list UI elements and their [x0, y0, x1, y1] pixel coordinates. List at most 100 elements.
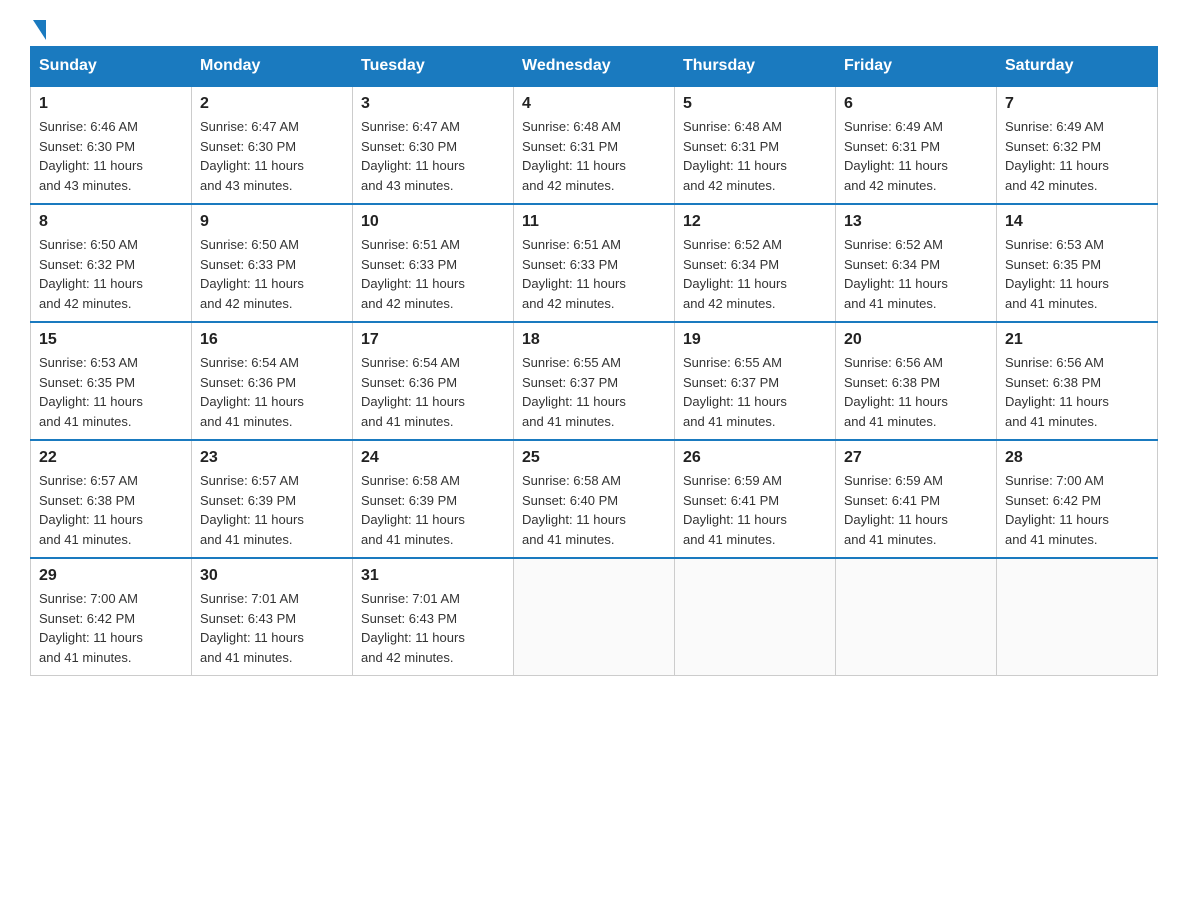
day-info: Sunrise: 6:52 AM Sunset: 6:34 PM Dayligh… [844, 235, 988, 313]
day-number: 1 [39, 95, 183, 113]
logo-line1 [30, 20, 46, 40]
day-number: 16 [200, 331, 344, 349]
week-row-2: 8 Sunrise: 6:50 AM Sunset: 6:32 PM Dayli… [31, 204, 1158, 322]
day-number: 31 [361, 567, 505, 585]
day-info: Sunrise: 6:58 AM Sunset: 6:40 PM Dayligh… [522, 471, 666, 549]
calendar-cell: 6 Sunrise: 6:49 AM Sunset: 6:31 PM Dayli… [836, 86, 997, 204]
header-wednesday: Wednesday [514, 47, 675, 87]
calendar-header-row: SundayMondayTuesdayWednesdayThursdayFrid… [31, 47, 1158, 87]
calendar-cell: 1 Sunrise: 6:46 AM Sunset: 6:30 PM Dayli… [31, 86, 192, 204]
calendar-cell: 12 Sunrise: 6:52 AM Sunset: 6:34 PM Dayl… [675, 204, 836, 322]
day-info: Sunrise: 6:49 AM Sunset: 6:31 PM Dayligh… [844, 117, 988, 195]
calendar-table: SundayMondayTuesdayWednesdayThursdayFrid… [30, 46, 1158, 676]
day-info: Sunrise: 6:52 AM Sunset: 6:34 PM Dayligh… [683, 235, 827, 313]
day-info: Sunrise: 6:49 AM Sunset: 6:32 PM Dayligh… [1005, 117, 1149, 195]
calendar-cell: 8 Sunrise: 6:50 AM Sunset: 6:32 PM Dayli… [31, 204, 192, 322]
logo-block [30, 20, 46, 36]
calendar-cell: 10 Sunrise: 6:51 AM Sunset: 6:33 PM Dayl… [353, 204, 514, 322]
day-info: Sunrise: 6:56 AM Sunset: 6:38 PM Dayligh… [844, 353, 988, 431]
day-info: Sunrise: 6:47 AM Sunset: 6:30 PM Dayligh… [200, 117, 344, 195]
day-number: 8 [39, 213, 183, 231]
day-info: Sunrise: 6:58 AM Sunset: 6:39 PM Dayligh… [361, 471, 505, 549]
calendar-cell: 24 Sunrise: 6:58 AM Sunset: 6:39 PM Dayl… [353, 440, 514, 558]
calendar-cell: 25 Sunrise: 6:58 AM Sunset: 6:40 PM Dayl… [514, 440, 675, 558]
day-number: 4 [522, 95, 666, 113]
day-number: 10 [361, 213, 505, 231]
day-info: Sunrise: 6:46 AM Sunset: 6:30 PM Dayligh… [39, 117, 183, 195]
day-number: 6 [844, 95, 988, 113]
day-info: Sunrise: 6:53 AM Sunset: 6:35 PM Dayligh… [1005, 235, 1149, 313]
day-number: 5 [683, 95, 827, 113]
calendar-cell: 16 Sunrise: 6:54 AM Sunset: 6:36 PM Dayl… [192, 322, 353, 440]
day-number: 25 [522, 449, 666, 467]
day-info: Sunrise: 6:54 AM Sunset: 6:36 PM Dayligh… [200, 353, 344, 431]
week-row-3: 15 Sunrise: 6:53 AM Sunset: 6:35 PM Dayl… [31, 322, 1158, 440]
calendar-cell: 30 Sunrise: 7:01 AM Sunset: 6:43 PM Dayl… [192, 558, 353, 676]
day-number: 23 [200, 449, 344, 467]
day-info: Sunrise: 6:47 AM Sunset: 6:30 PM Dayligh… [361, 117, 505, 195]
day-info: Sunrise: 6:53 AM Sunset: 6:35 PM Dayligh… [39, 353, 183, 431]
calendar-cell: 21 Sunrise: 6:56 AM Sunset: 6:38 PM Dayl… [997, 322, 1158, 440]
day-info: Sunrise: 6:57 AM Sunset: 6:39 PM Dayligh… [200, 471, 344, 549]
calendar-cell [514, 558, 675, 676]
calendar-cell [997, 558, 1158, 676]
calendar-cell: 2 Sunrise: 6:47 AM Sunset: 6:30 PM Dayli… [192, 86, 353, 204]
calendar-cell [675, 558, 836, 676]
day-number: 21 [1005, 331, 1149, 349]
day-number: 26 [683, 449, 827, 467]
day-info: Sunrise: 6:50 AM Sunset: 6:32 PM Dayligh… [39, 235, 183, 313]
day-info: Sunrise: 6:59 AM Sunset: 6:41 PM Dayligh… [683, 471, 827, 549]
day-info: Sunrise: 6:56 AM Sunset: 6:38 PM Dayligh… [1005, 353, 1149, 431]
calendar-cell: 14 Sunrise: 6:53 AM Sunset: 6:35 PM Dayl… [997, 204, 1158, 322]
day-number: 3 [361, 95, 505, 113]
header-thursday: Thursday [675, 47, 836, 87]
page-header [30, 20, 1158, 36]
day-number: 18 [522, 331, 666, 349]
calendar-cell: 26 Sunrise: 6:59 AM Sunset: 6:41 PM Dayl… [675, 440, 836, 558]
week-row-4: 22 Sunrise: 6:57 AM Sunset: 6:38 PM Dayl… [31, 440, 1158, 558]
day-info: Sunrise: 7:00 AM Sunset: 6:42 PM Dayligh… [39, 589, 183, 667]
day-number: 22 [39, 449, 183, 467]
calendar-cell [836, 558, 997, 676]
week-row-1: 1 Sunrise: 6:46 AM Sunset: 6:30 PM Dayli… [31, 86, 1158, 204]
calendar-cell: 7 Sunrise: 6:49 AM Sunset: 6:32 PM Dayli… [997, 86, 1158, 204]
calendar-cell: 9 Sunrise: 6:50 AM Sunset: 6:33 PM Dayli… [192, 204, 353, 322]
day-number: 17 [361, 331, 505, 349]
calendar-cell: 29 Sunrise: 7:00 AM Sunset: 6:42 PM Dayl… [31, 558, 192, 676]
day-number: 29 [39, 567, 183, 585]
calendar-cell: 15 Sunrise: 6:53 AM Sunset: 6:35 PM Dayl… [31, 322, 192, 440]
logo-triangle-icon [33, 20, 46, 40]
calendar-cell: 18 Sunrise: 6:55 AM Sunset: 6:37 PM Dayl… [514, 322, 675, 440]
header-tuesday: Tuesday [353, 47, 514, 87]
calendar-cell: 31 Sunrise: 7:01 AM Sunset: 6:43 PM Dayl… [353, 558, 514, 676]
week-row-5: 29 Sunrise: 7:00 AM Sunset: 6:42 PM Dayl… [31, 558, 1158, 676]
day-info: Sunrise: 6:51 AM Sunset: 6:33 PM Dayligh… [522, 235, 666, 313]
day-number: 7 [1005, 95, 1149, 113]
day-number: 12 [683, 213, 827, 231]
day-number: 24 [361, 449, 505, 467]
calendar-cell: 20 Sunrise: 6:56 AM Sunset: 6:38 PM Dayl… [836, 322, 997, 440]
calendar-cell: 19 Sunrise: 6:55 AM Sunset: 6:37 PM Dayl… [675, 322, 836, 440]
logo [30, 20, 46, 36]
day-info: Sunrise: 6:51 AM Sunset: 6:33 PM Dayligh… [361, 235, 505, 313]
day-number: 15 [39, 331, 183, 349]
header-monday: Monday [192, 47, 353, 87]
day-info: Sunrise: 6:50 AM Sunset: 6:33 PM Dayligh… [200, 235, 344, 313]
day-info: Sunrise: 6:55 AM Sunset: 6:37 PM Dayligh… [522, 353, 666, 431]
calendar-cell: 17 Sunrise: 6:54 AM Sunset: 6:36 PM Dayl… [353, 322, 514, 440]
day-info: Sunrise: 6:48 AM Sunset: 6:31 PM Dayligh… [522, 117, 666, 195]
day-info: Sunrise: 6:54 AM Sunset: 6:36 PM Dayligh… [361, 353, 505, 431]
calendar-cell: 22 Sunrise: 6:57 AM Sunset: 6:38 PM Dayl… [31, 440, 192, 558]
day-info: Sunrise: 6:48 AM Sunset: 6:31 PM Dayligh… [683, 117, 827, 195]
calendar-cell: 27 Sunrise: 6:59 AM Sunset: 6:41 PM Dayl… [836, 440, 997, 558]
header-friday: Friday [836, 47, 997, 87]
day-info: Sunrise: 7:01 AM Sunset: 6:43 PM Dayligh… [361, 589, 505, 667]
calendar-cell: 13 Sunrise: 6:52 AM Sunset: 6:34 PM Dayl… [836, 204, 997, 322]
day-info: Sunrise: 6:57 AM Sunset: 6:38 PM Dayligh… [39, 471, 183, 549]
day-info: Sunrise: 6:59 AM Sunset: 6:41 PM Dayligh… [844, 471, 988, 549]
day-number: 13 [844, 213, 988, 231]
day-number: 28 [1005, 449, 1149, 467]
header-saturday: Saturday [997, 47, 1158, 87]
day-info: Sunrise: 7:01 AM Sunset: 6:43 PM Dayligh… [200, 589, 344, 667]
calendar-cell: 28 Sunrise: 7:00 AM Sunset: 6:42 PM Dayl… [997, 440, 1158, 558]
